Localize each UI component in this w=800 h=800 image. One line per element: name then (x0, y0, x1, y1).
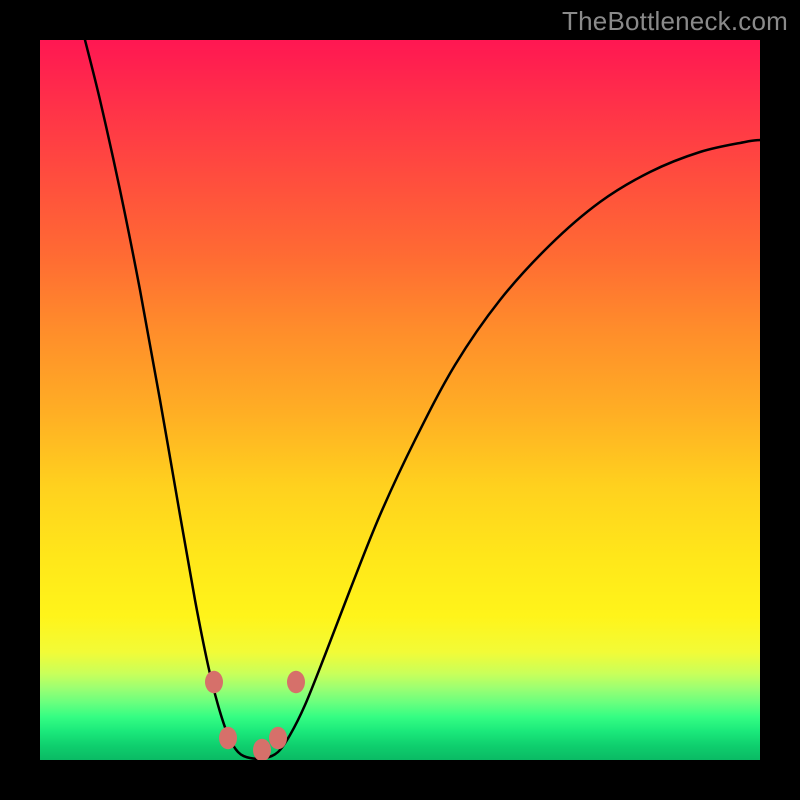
curve-marker (269, 727, 287, 750)
curve-layer (40, 40, 760, 760)
curve-marker (287, 671, 305, 694)
chart-container: TheBottleneck.com (0, 0, 800, 800)
curve-marker (219, 727, 237, 750)
bottleneck-curve (85, 40, 760, 759)
plot-area (40, 40, 760, 760)
watermark-label: TheBottleneck.com (562, 6, 788, 37)
curve-marker (253, 739, 271, 760)
curve-marker (205, 671, 223, 694)
